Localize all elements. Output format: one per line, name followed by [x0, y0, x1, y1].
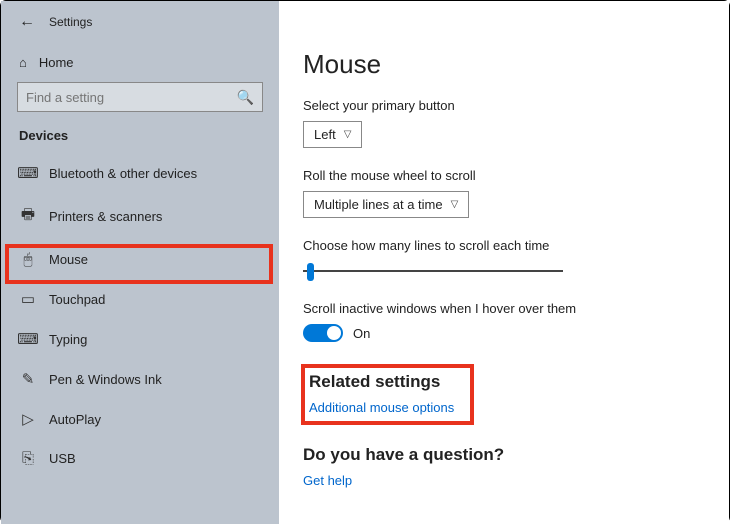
search-field[interactable]: [26, 90, 237, 105]
scroll-mode-select[interactable]: Multiple lines at a time ▽: [303, 191, 469, 218]
sidebar-item-label: Typing: [49, 332, 87, 347]
chevron-down-icon: ▽: [451, 199, 459, 210]
search-icon: 🔍: [237, 89, 254, 106]
sidebar-item-label: Bluetooth & other devices: [49, 166, 197, 181]
related-settings-heading: Related settings: [309, 372, 454, 392]
scroll-mode-label: Roll the mouse wheel to scroll: [303, 168, 705, 183]
scroll-lines-label: Choose how many lines to scroll each tim…: [303, 238, 705, 253]
main-content: Mouse Select your primary button Left ▽ …: [279, 1, 729, 524]
scroll-mode-value: Multiple lines at a time: [314, 197, 443, 212]
sidebar-item-pen[interactable]: ✎ Pen & Windows Ink: [1, 359, 279, 399]
inactive-scroll-toggle[interactable]: [303, 324, 343, 342]
keyboard-icon: ⌨: [19, 330, 37, 348]
pen-icon: ✎: [19, 370, 37, 388]
autoplay-icon: ▷: [19, 410, 37, 428]
sidebar-item-label: Mouse: [49, 252, 88, 267]
additional-mouse-options-link[interactable]: Additional mouse options: [309, 400, 454, 415]
inactive-scroll-label: Scroll inactive windows when I hover ove…: [303, 301, 705, 316]
inactive-scroll-state: On: [353, 326, 370, 341]
slider-track: [303, 270, 563, 272]
sidebar-item-label: Printers & scanners: [49, 209, 162, 224]
search-input[interactable]: 🔍: [17, 82, 263, 112]
sidebar-item-label: USB: [49, 451, 76, 466]
get-help-link[interactable]: Get help: [303, 473, 705, 488]
sidebar-item-label: Pen & Windows Ink: [49, 372, 162, 387]
sidebar-item-label: AutoPlay: [49, 412, 101, 427]
sidebar-item-autoplay[interactable]: ▷ AutoPlay: [1, 399, 279, 439]
devices-icon: ⌨: [19, 164, 37, 182]
section-header-devices: Devices: [1, 128, 279, 153]
sidebar-item-typing[interactable]: ⌨ Typing: [1, 319, 279, 359]
home-label: Home: [39, 55, 74, 70]
back-button[interactable]: ←: [19, 13, 35, 31]
primary-button-select[interactable]: Left ▽: [303, 121, 362, 148]
sidebar-item-label: Touchpad: [49, 292, 105, 307]
page-title: Mouse: [303, 49, 705, 80]
mouse-icon: 🖱: [19, 251, 37, 268]
question-heading: Do you have a question?: [303, 445, 705, 465]
sidebar: ← Settings ⌂ Home 🔍 Devices ⌨ Bluetooth …: [1, 1, 279, 524]
sidebar-item-bluetooth[interactable]: ⌨ Bluetooth & other devices: [1, 153, 279, 193]
primary-button-value: Left: [314, 127, 336, 142]
primary-button-label: Select your primary button: [303, 98, 705, 113]
sidebar-item-usb[interactable]: ⎘ USB: [1, 439, 279, 478]
usb-icon: ⎘: [19, 450, 37, 467]
sidebar-item-mouse[interactable]: 🖱 Mouse: [1, 240, 279, 279]
scroll-lines-slider[interactable]: [303, 261, 563, 281]
sidebar-item-printers[interactable]: 🖶 Printers & scanners: [1, 193, 279, 240]
sidebar-item-home[interactable]: ⌂ Home: [1, 45, 279, 82]
home-icon: ⌂: [19, 55, 27, 70]
touchpad-icon: ▭: [19, 290, 37, 308]
sidebar-item-touchpad[interactable]: ▭ Touchpad: [1, 279, 279, 319]
slider-thumb[interactable]: [307, 263, 314, 281]
chevron-down-icon: ▽: [344, 129, 352, 140]
printer-icon: 🖶: [19, 204, 37, 229]
app-title: Settings: [49, 15, 92, 29]
